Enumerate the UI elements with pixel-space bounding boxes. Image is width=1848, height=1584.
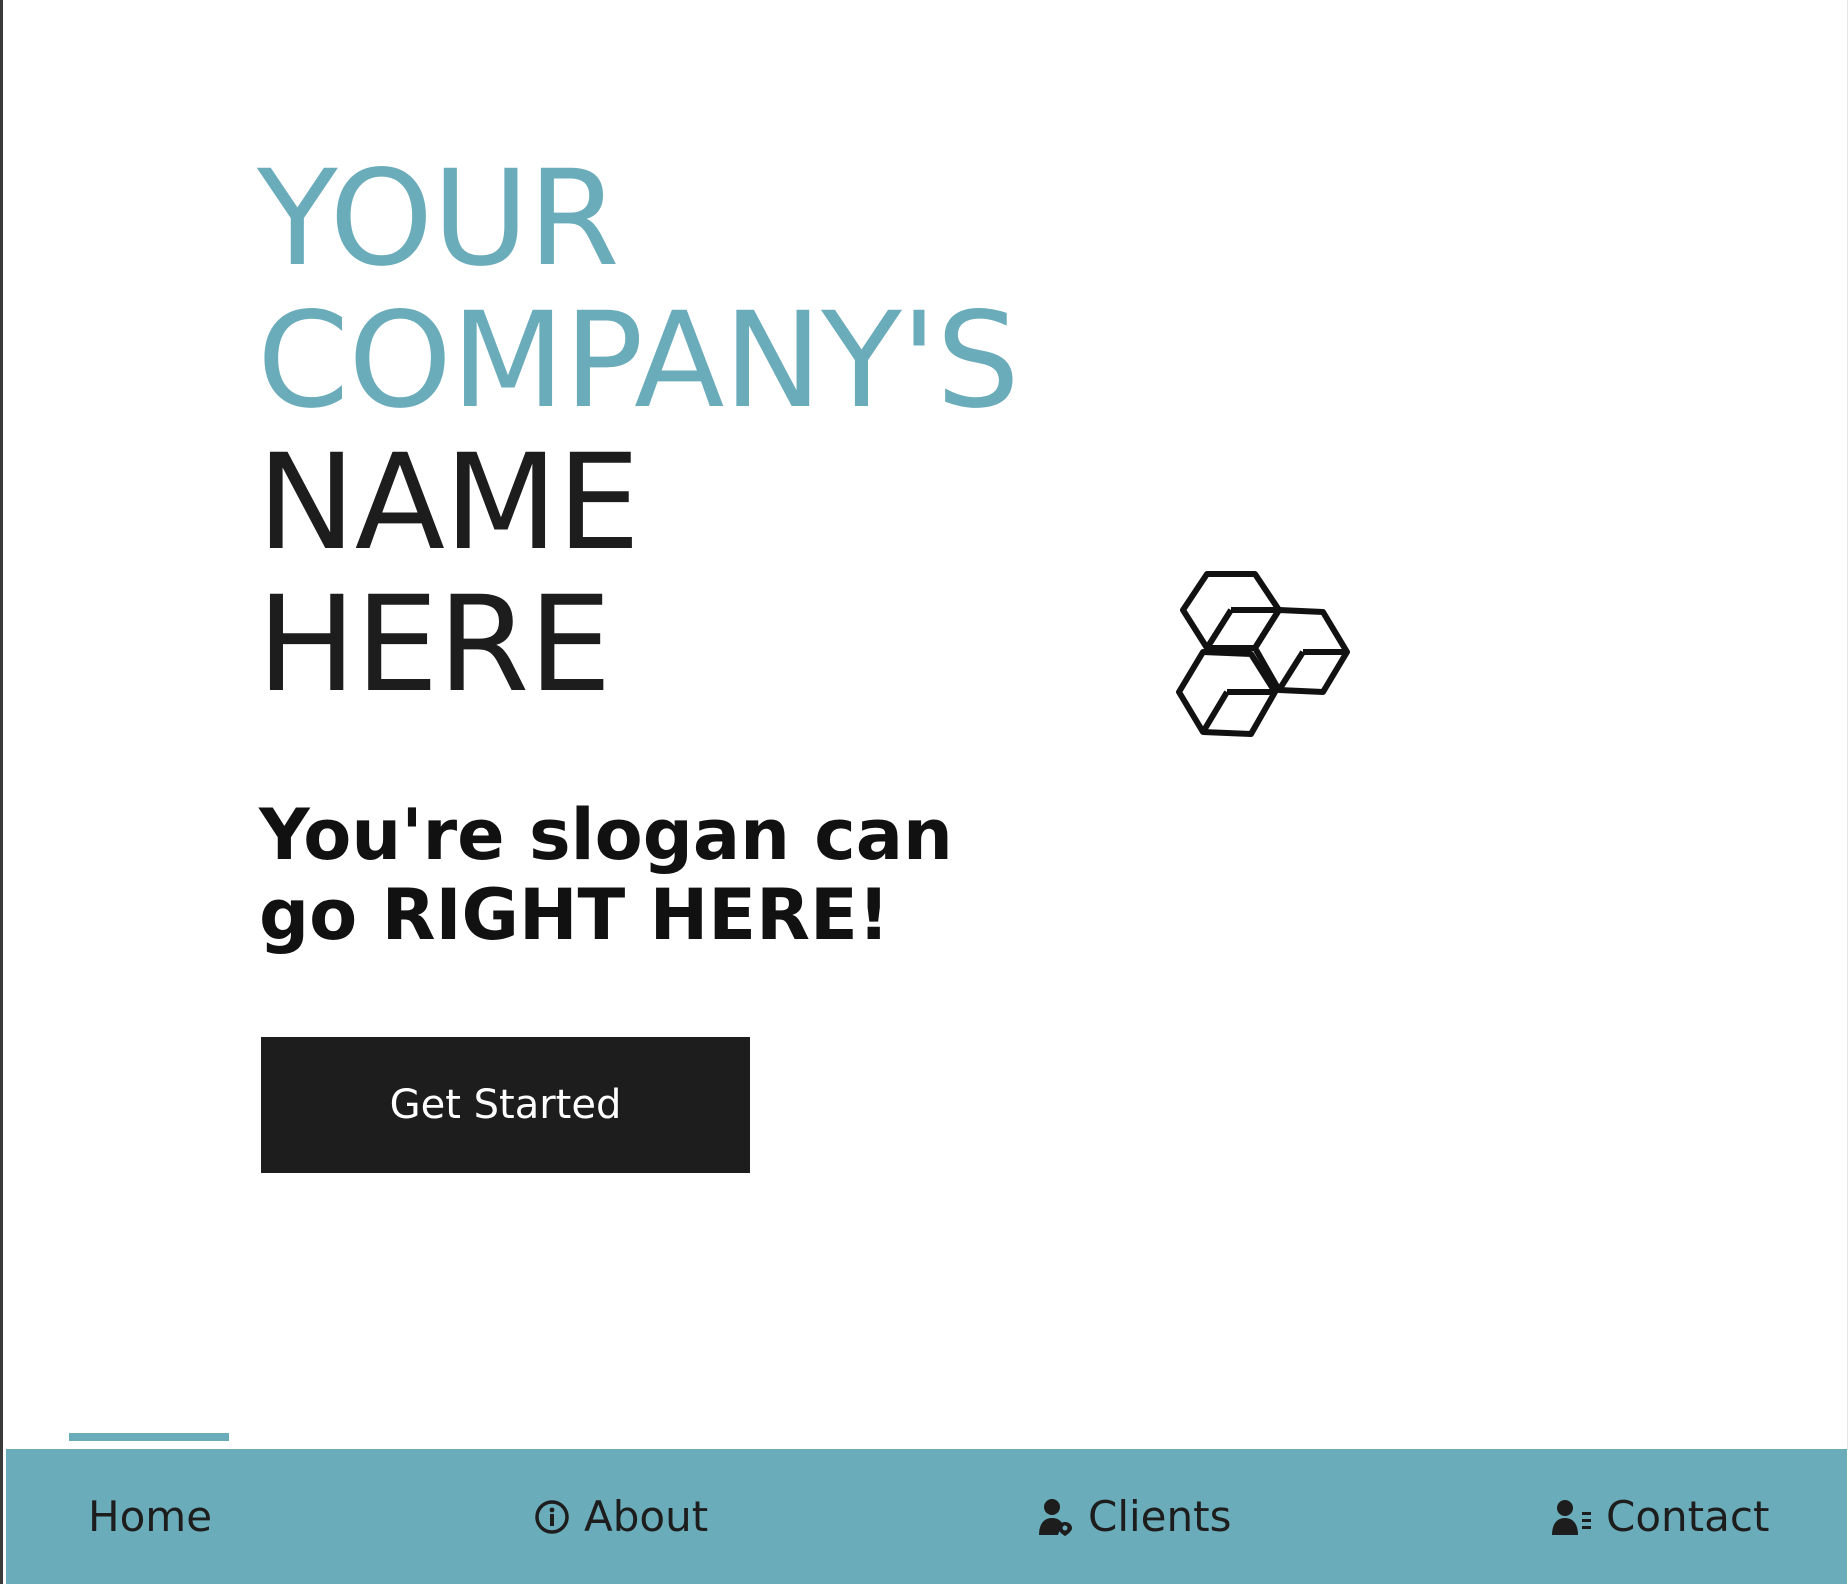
title-line-name: NAME [257,426,640,580]
nav-item-about[interactable]: About [534,1449,708,1584]
nav-home-label: Home [88,1492,213,1541]
slogan-text: You're slogan can go RIGHT HERE! [259,794,953,956]
user-location-icon [1039,1498,1072,1536]
nav-item-clients[interactable]: Clients [1038,1449,1231,1584]
bottom-navigation: Home About Clients Contact [6,1449,1847,1584]
nav-item-home[interactable]: Home [88,1449,212,1584]
company-name-heading: YOUR COMPANY'S NAME HERE [257,142,1020,722]
info-circle-icon [535,1499,569,1534]
title-line-companys: COMPANY'S [257,284,1020,438]
nav-contact-label: Contact [1606,1492,1770,1541]
title-line-here: HERE [257,568,612,722]
nav-clients-label: Clients [1088,1492,1232,1541]
cubes-icon [1176,571,1350,737]
user-list-icon [1552,1499,1591,1535]
title-line-your: YOUR [257,142,620,296]
nav-item-contact[interactable]: Contact [1552,1449,1769,1584]
landing-page: YOUR COMPANY'S NAME HERE You're slogan c… [0,0,1848,1584]
active-tab-indicator [69,1433,229,1441]
get-started-button[interactable]: Get Started [261,1037,750,1173]
nav-about-label: About [584,1492,709,1541]
